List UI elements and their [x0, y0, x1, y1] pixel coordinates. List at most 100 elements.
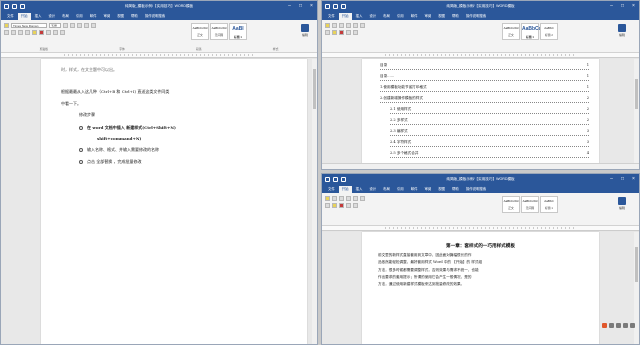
cut-icon[interactable] — [325, 29, 330, 35]
maximize-icon[interactable]: □ — [620, 177, 625, 182]
numbering-icon[interactable] — [84, 22, 89, 28]
close-icon[interactable]: × — [631, 177, 636, 182]
tab-view[interactable]: 视图 — [114, 13, 127, 20]
bullets-icon[interactable] — [353, 195, 358, 201]
toc-entry[interactable]: 2.创建新增操作模板的样式 2 — [380, 96, 589, 103]
toc-entry[interactable]: 1.使用模板功能节省打印格式 1 — [380, 85, 589, 92]
toc-entry[interactable]: 2.4 字符样式 3 — [390, 140, 589, 147]
edit-button[interactable]: 编辑 — [618, 197, 626, 210]
font-size-select[interactable]: 五号 — [49, 22, 61, 28]
vertical-scrollbar[interactable] — [312, 59, 317, 344]
style-normal[interactable]: AaBbCcDd 正文 — [502, 196, 520, 213]
tab-references[interactable]: 引用 — [394, 13, 407, 20]
cut-icon[interactable] — [4, 29, 9, 35]
tab-layout[interactable]: 布局 — [380, 13, 393, 20]
bold-icon[interactable] — [11, 29, 16, 35]
tab-review[interactable]: 审阅 — [421, 13, 434, 20]
document-page[interactable]: 第一章：套样式的一巧用样式模板 前文里的新样式直接套用到文章中，因此面对篇幅很长… — [362, 232, 599, 344]
numbering-icon[interactable] — [360, 195, 365, 201]
edit-button[interactable]: 编辑 — [301, 24, 309, 37]
tab-view[interactable]: 视图 — [435, 13, 448, 20]
align-left-icon[interactable] — [46, 29, 51, 35]
minimize-icon[interactable]: – — [609, 4, 614, 9]
font-color-icon[interactable] — [339, 29, 344, 35]
italic-icon[interactable] — [18, 29, 23, 35]
tab-home[interactable]: 开始 — [338, 186, 352, 193]
tab-view[interactable]: 视图 — [435, 186, 448, 193]
tab-home[interactable]: 开始 — [338, 13, 352, 20]
vertical-scrollbar[interactable] — [634, 59, 639, 163]
tab-references[interactable]: 引用 — [73, 13, 86, 20]
tab-design[interactable]: 设计 — [45, 13, 58, 20]
tab-help[interactable]: 帮助 — [449, 186, 462, 193]
tab-design[interactable]: 设计 — [366, 13, 379, 20]
app-icon[interactable] — [602, 323, 607, 328]
paste-icon[interactable] — [4, 22, 9, 28]
close-icon[interactable]: × — [631, 4, 636, 9]
style-normal[interactable]: AaBbCcDd 正文 — [502, 23, 520, 40]
tab-review[interactable]: 审阅 — [421, 186, 434, 193]
toc-entry[interactable]: 2.1 使用样式 2 — [390, 107, 589, 114]
minimize-icon[interactable]: – — [287, 4, 292, 9]
italic-icon[interactable] — [339, 195, 344, 201]
style-heading-1[interactable]: AaBbCc 标题 1 — [521, 23, 541, 40]
maximize-icon[interactable]: □ — [620, 4, 625, 9]
font-color-icon[interactable] — [39, 29, 44, 35]
align-center-icon[interactable] — [353, 202, 358, 208]
tab-insert[interactable]: 插入 — [32, 13, 45, 20]
tab-help[interactable]: 帮助 — [128, 13, 141, 20]
font-family-select[interactable]: Times New Roman — [11, 22, 47, 28]
style-heading-2[interactable]: AaBbC 标题 2 — [540, 23, 558, 40]
tab-help[interactable]: 帮助 — [449, 13, 462, 20]
grow-font-icon[interactable] — [63, 22, 68, 28]
app-icon[interactable] — [609, 323, 614, 328]
minimize-icon[interactable]: – — [609, 177, 614, 182]
tab-insert[interactable]: 插入 — [353, 13, 366, 20]
style-normal[interactable]: AaBbCcDd 正文 — [191, 23, 209, 40]
tell-me-search[interactable]: 操作说明搜索 — [463, 186, 489, 193]
shrink-font-icon[interactable] — [70, 22, 75, 28]
tab-file[interactable]: 文件 — [325, 13, 338, 20]
bullets-icon[interactable] — [353, 22, 358, 28]
toc-entry[interactable]: 2.3 编样式 3 — [390, 129, 589, 136]
italic-icon[interactable] — [339, 22, 344, 28]
tab-design[interactable]: 设计 — [366, 186, 379, 193]
tab-mailings[interactable]: 邮件 — [87, 13, 100, 20]
scroll-thumb[interactable] — [635, 79, 638, 109]
highlight-icon[interactable] — [332, 202, 337, 208]
align-left-icon[interactable] — [346, 202, 351, 208]
tab-file[interactable]: 文件 — [4, 13, 17, 20]
indent-icon[interactable] — [91, 22, 96, 28]
toc-entry[interactable]: 2.2 多样式 2 — [390, 118, 589, 125]
tab-mailings[interactable]: 邮件 — [408, 13, 421, 20]
maximize-icon[interactable]: □ — [298, 4, 303, 9]
app-icon[interactable] — [623, 323, 628, 328]
underline-icon[interactable] — [346, 22, 351, 28]
align-center-icon[interactable] — [53, 29, 58, 35]
edit-button[interactable]: 编辑 — [618, 24, 626, 37]
toc-entry[interactable]: 2.5 多个格式合并 4 — [390, 151, 589, 158]
align-center-icon[interactable] — [353, 29, 358, 35]
highlight-icon[interactable] — [32, 29, 37, 35]
paste-icon[interactable] — [325, 22, 330, 28]
font-color-icon[interactable] — [339, 202, 344, 208]
scroll-thumb[interactable] — [313, 69, 316, 109]
bold-icon[interactable] — [332, 22, 337, 28]
scroll-thumb[interactable] — [635, 247, 638, 282]
tab-layout[interactable]: 布局 — [59, 13, 72, 20]
app-icon[interactable] — [616, 323, 621, 328]
tab-file[interactable]: 文件 — [325, 186, 338, 193]
tab-insert[interactable]: 插入 — [353, 186, 366, 193]
toc-entry[interactable]: 目录…… 1 — [380, 74, 589, 81]
document-page[interactable]: 时，样式，在文主题中可以出。 根据最最从入这几种（Ctrl+B 和 Ctrl+I… — [41, 59, 307, 344]
style-no-spacing[interactable]: AaBbCcDd 无间隔 — [521, 196, 539, 213]
tell-me-search[interactable]: 操作说明搜索 — [463, 13, 489, 20]
style-heading-1[interactable]: AaBbC 标题 1 — [540, 196, 558, 213]
app-icon[interactable] — [630, 323, 635, 328]
justify-icon[interactable] — [60, 29, 65, 35]
tab-layout[interactable]: 布局 — [380, 186, 393, 193]
close-icon[interactable]: × — [309, 4, 314, 9]
tell-me-search[interactable]: 操作说明搜索 — [142, 13, 168, 20]
highlight-icon[interactable] — [332, 29, 337, 35]
numbering-icon[interactable] — [360, 22, 365, 28]
